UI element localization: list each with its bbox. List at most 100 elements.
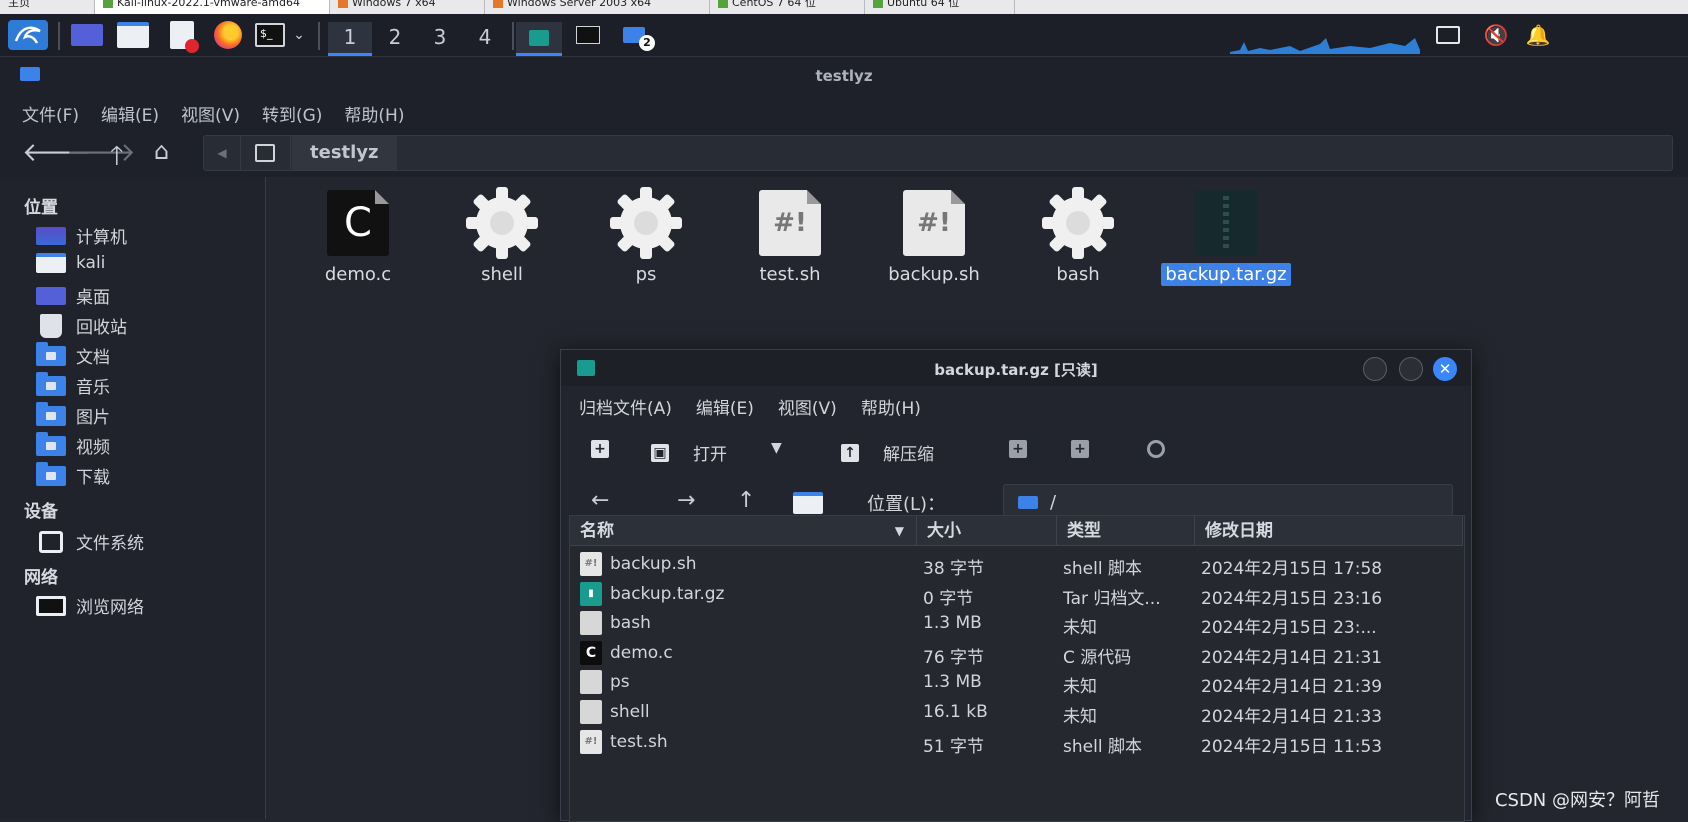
vm-tab-win2003[interactable]: Windows Server 2003 x64: [485, 0, 710, 14]
vm-tab-win7[interactable]: Windows 7 x64: [330, 0, 485, 14]
menu-edit[interactable]: 编辑(E): [101, 101, 159, 126]
stop-button[interactable]: [1147, 440, 1165, 458]
workspace-3[interactable]: 3: [418, 22, 462, 56]
file-item[interactable]: shell: [442, 187, 562, 286]
panel-separator: [512, 22, 514, 50]
column-header-name[interactable]: 名称 ▼: [570, 516, 917, 546]
table-row[interactable]: ps 1.3 MB 未知 2024年2月14日 21:39: [570, 666, 1464, 698]
text-editor-button[interactable]: [164, 20, 200, 53]
table-row[interactable]: bash 1.3 MB 未知 2024年2月15日 23:...: [570, 607, 1464, 639]
menu-archive[interactable]: 归档文件(A): [579, 394, 672, 419]
file-item[interactable]: bash: [1018, 187, 1138, 286]
sidebar-item-videos[interactable]: 视频: [36, 431, 110, 458]
cell-name: test.sh: [610, 731, 668, 752]
kali-dragon-icon: [14, 26, 41, 44]
table-row[interactable]: shell 16.1 kB 未知 2024年2月14日 21:33: [570, 696, 1464, 728]
menu-edit[interactable]: 编辑(E): [696, 394, 754, 419]
minimize-button[interactable]: [1363, 357, 1387, 381]
column-header-type[interactable]: 类型: [1057, 516, 1195, 546]
sidebar-item-pictures[interactable]: 图片: [36, 401, 110, 428]
open-dropdown[interactable]: ▼: [771, 440, 782, 456]
sidebar: 位置 计算机 kali 桌面 回收站 文档 音乐 图片 视频 下载 设备 文件系…: [0, 177, 266, 819]
cell-name: bash: [610, 613, 651, 634]
path-scroll-left-icon[interactable]: ◀: [204, 136, 241, 170]
show-desktop-button[interactable]: [70, 20, 104, 50]
vm-tab-kali[interactable]: Kali-linux-2022.1-vmware-amd64: [95, 0, 330, 14]
triangle-down-icon: ▼: [771, 440, 782, 456]
sidebar-item-documents[interactable]: 文档: [36, 341, 110, 368]
file-label: backup.tar.gz: [1161, 263, 1291, 286]
open-button[interactable]: ▣ 打开: [651, 440, 727, 465]
breadcrumb-testlyz[interactable]: testlyz: [292, 136, 397, 170]
workspace-2[interactable]: 2: [373, 22, 417, 56]
extract-button[interactable]: ↑ 解压缩: [841, 440, 934, 465]
sidebar-item-filesystem[interactable]: 文件系统: [36, 529, 144, 554]
window-title: testlyz: [815, 67, 873, 85]
new-file-icon: +: [591, 440, 609, 458]
firefox-button[interactable]: [210, 20, 246, 50]
workspace-1[interactable]: 1: [328, 22, 372, 56]
sidebar-item-trash[interactable]: 回收站: [36, 313, 127, 338]
column-header-size[interactable]: 大小: [917, 516, 1057, 546]
table-row[interactable]: #! backup.sh 38 字节 shell 脚本 2024年2月15日 17:58: [570, 548, 1464, 580]
menu-view[interactable]: 视图(V): [181, 101, 240, 126]
file-item[interactable]: #! test.sh: [730, 189, 850, 286]
chevron-down-icon[interactable]: ⌄: [290, 20, 308, 50]
network-icon[interactable]: [1430, 20, 1466, 50]
sidebar-item-browse-network[interactable]: 浏览网络: [36, 593, 144, 618]
forward-arrow-icon[interactable]: →: [677, 488, 695, 513]
file-item[interactable]: #! backup.sh: [874, 189, 994, 286]
menu-view[interactable]: 视图(V): [778, 394, 837, 419]
extract-label: 解压缩: [883, 445, 934, 465]
taskbar-archive-manager[interactable]: [516, 22, 562, 56]
table-row[interactable]: Cdemo.c 76 字节 C 源代码 2024年2月14日 21:31: [570, 637, 1464, 669]
file-item[interactable]: ps: [586, 187, 706, 286]
column-header-modified[interactable]: 修改日期: [1195, 516, 1463, 546]
location-label: 位置(L)：: [867, 494, 946, 515]
file-item[interactable]: C demo.c: [298, 189, 418, 286]
menu-file[interactable]: 文件(F): [22, 101, 79, 126]
file-label: ps: [635, 264, 657, 285]
add-files-button[interactable]: +: [1009, 440, 1027, 458]
back-arrow-icon[interactable]: ←: [591, 488, 609, 513]
maximize-button[interactable]: [1399, 357, 1423, 381]
forward-arrow-icon[interactable]: 🡒: [66, 137, 136, 168]
menu-go[interactable]: 转到(G): [262, 101, 322, 126]
home-icon[interactable]: ⌂: [154, 137, 169, 165]
bell-icon[interactable]: 🔔: [1520, 20, 1556, 50]
vm-tab-home[interactable]: 主页: [0, 0, 95, 14]
sidebar-item-music[interactable]: 音乐: [36, 371, 110, 398]
terminal-button[interactable]: $_: [252, 20, 288, 50]
home-folder-icon[interactable]: [793, 492, 823, 514]
close-button[interactable]: ✕: [1433, 357, 1457, 381]
taskbar-file-manager-group[interactable]: 2: [614, 20, 655, 51]
cell-type: shell 脚本: [1063, 736, 1142, 757]
cell-type: 未知: [1063, 707, 1097, 727]
volume-muted-icon[interactable]: 🔇: [1478, 20, 1514, 50]
sidebar-item-label: kali: [76, 253, 106, 273]
up-arrow-icon[interactable]: ↑: [737, 488, 755, 513]
new-archive-button[interactable]: +: [591, 440, 609, 458]
sidebar-item-desktop[interactable]: 桌面: [36, 283, 110, 308]
add-folder-button[interactable]: +: [1071, 440, 1089, 458]
trash-icon: [40, 313, 62, 338]
filesystem-root-button[interactable]: [240, 136, 291, 170]
sidebar-item-label: 桌面: [76, 288, 110, 308]
up-arrow-icon[interactable]: 🡑: [110, 137, 124, 181]
workspace-4[interactable]: 4: [463, 22, 507, 56]
vm-tab-ubuntu[interactable]: Ubuntu 64 位: [865, 0, 1015, 14]
file-manager-button[interactable]: [115, 20, 151, 50]
sidebar-item-kali[interactable]: kali: [36, 253, 105, 273]
vm-tab-centos[interactable]: CentOS 7 64 位: [710, 0, 865, 14]
taskbar-terminal[interactable]: [568, 20, 608, 50]
script-icon: #!: [580, 552, 602, 576]
vm-tab-label: 主页: [8, 0, 30, 9]
sidebar-item-downloads[interactable]: 下载: [36, 461, 110, 488]
table-row[interactable]: ▮ backup.tar.gz 0 字节 Tar 归档文... 2024年2月15日 2…: [570, 578, 1464, 610]
menu-help[interactable]: 帮助(H): [861, 394, 921, 419]
sidebar-item-computer[interactable]: 计算机: [36, 223, 127, 248]
table-row[interactable]: #! test.sh 51 字节 shell 脚本 2024年2月15日 11:53: [570, 726, 1464, 758]
menu-help[interactable]: 帮助(H): [344, 101, 404, 126]
file-item-selected[interactable]: backup.tar.gz: [1156, 189, 1296, 286]
kali-menu-button[interactable]: [8, 20, 48, 50]
